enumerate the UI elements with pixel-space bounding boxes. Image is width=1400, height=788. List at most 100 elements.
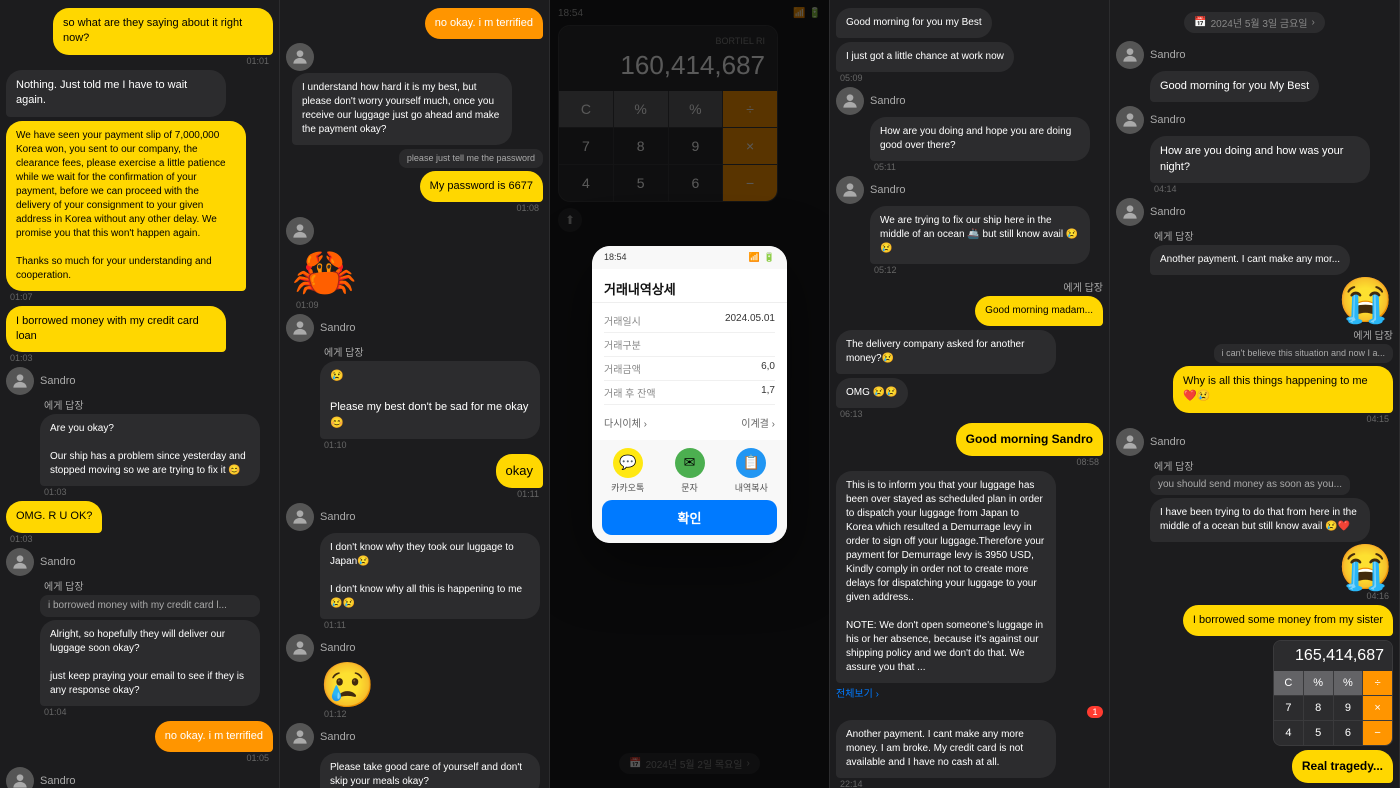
copy-icon: 📋 [736,448,766,478]
kakao-icon: 💬 [613,448,643,478]
msg-row: This is to inform you that your luggage … [836,471,1103,700]
mini-btn-4[interactable]: 4 [1274,721,1303,745]
chat-panel-5: 📅 2024년 5월 3일 금요일 › Sandro Good morning … [1110,0,1400,788]
calculator-mini[interactable]: 165,414,687 C % % ÷ 7 8 9 × 4 5 6 − [1273,640,1393,746]
mini-btn-7[interactable]: 7 [1274,696,1303,720]
sender-name: Sandro [40,556,75,568]
msg-row: Nothing. Just told me I have to wait aga… [6,70,273,117]
timestamp: 22:14 [836,779,867,788]
row-label: 거래일시 [604,313,641,328]
modal-actions: 💬 카카오톡 ✉ 문자 📋 내역복사 확인 [592,440,787,543]
phone-modal-overlay: 18:54 📶 🔋 거래내역상세 거래일시 2024.05.01 거래구분 [550,0,829,788]
msg-row: Sandro 에게 답장 😢Please my best don't be sa… [286,314,543,450]
sender-name: Sandro [320,322,355,334]
message-bubble: you should send money as soon as you... [1150,475,1350,495]
mini-btn-mul[interactable]: × [1363,696,1392,720]
calc-mini-display: 165,414,687 [1274,641,1392,671]
message-bubble: OMG. R U OK? [6,501,102,532]
mini-btn-pct1[interactable]: % [1304,671,1333,695]
mini-btn-6[interactable]: 6 [1334,721,1363,745]
mini-btn-sub[interactable]: − [1363,721,1392,745]
chat-panel-4: Good morning for you my Best I just got … [830,0,1110,788]
avatar [1116,106,1144,134]
msg-row: OMG. R U OK? 01:03 [6,501,273,543]
modal-row: 거래일시 2024.05.01 [604,309,775,333]
message-bubble: Real tragedy... [1292,750,1393,783]
phone-time: 18:54 [604,252,627,262]
sender-name: Sandro [1150,206,1185,218]
sender-name: Sandro [40,775,75,787]
mini-btn-8[interactable]: 8 [1304,696,1333,720]
calc-mini-buttons: C % % ÷ 7 8 9 × 4 5 6 − [1274,671,1392,745]
sms-action[interactable]: ✉ 문자 [675,448,705,494]
timestamp: 06:13 [836,409,867,419]
row-value: 1,7 [761,385,775,400]
msg-row: Sandro 😢 01:12 [286,634,543,719]
prev-label[interactable]: 다시이체 › [604,415,647,430]
avatar [286,217,314,245]
chat-panel-3: 18:54 📶 🔋 BORTIEL RI 160,414,687 C % % ÷… [550,0,830,788]
kakao-action[interactable]: 💬 카카오톡 [611,448,644,494]
message-bubble: Nothing. Just told me I have to wait aga… [6,70,226,117]
message-bubble: My password is 6677 [420,171,543,202]
confirm-button[interactable]: 확인 [602,500,777,535]
message-bubble: This is to inform you that your luggage … [836,471,1056,683]
msg-row: Sandro We are trying to fix our ship her… [836,176,1103,275]
kakao-label: 카카오톡 [611,481,644,494]
timestamp: 05:11 [870,162,1090,172]
message-bubble: I just got a little chance at work now [836,42,1014,72]
msg-row: Sandro Please take good care of yourself… [286,723,543,788]
avatar [286,723,314,751]
calc-mini-number: 165,414,687 [1282,647,1384,665]
message-bubble: I borrowed some money from my sister [1183,605,1393,636]
msg-row: Good morning for you my Best [836,8,1103,38]
msg-row: Sandro 에게 답장 Are you okay?Our ship has a… [6,367,273,497]
mini-btn-9[interactable]: 9 [1334,696,1363,720]
next-label[interactable]: 이계결 › [741,415,775,430]
sender-name: Sandro [1150,114,1185,126]
msg-row: Sandro I don't know why they took our lu… [286,503,543,630]
msg-row: Sandro 에게 답장 Another payment. I cant mak… [1116,198,1393,275]
copy-action[interactable]: 📋 내역복사 [735,448,768,494]
sender-name: Sandro [320,642,355,654]
reply-label: 에게 답장 [320,344,540,359]
read-more-link[interactable]: 전체보기 › [836,685,879,700]
avatar [286,43,314,71]
message-bubble: We are trying to fix our ship here in th… [870,206,1090,264]
copy-label: 내역복사 [735,481,768,494]
msg-row: I understand how hard it is my best, but… [286,43,543,145]
message-bubble: Good morning madam... [975,296,1103,326]
row-label: 거래 후 잔액 [604,385,656,400]
reply-label: 에게 답장 [1150,458,1370,473]
sms-label: 문자 [681,481,698,494]
phone-modal[interactable]: 18:54 📶 🔋 거래내역상세 거래일시 2024.05.01 거래구분 [592,246,787,543]
msg-row: I borrowed money with my credit card loa… [6,306,273,364]
timestamp: 04:15 [1362,414,1393,424]
mini-btn-div[interactable]: ÷ [1363,671,1392,695]
msg-row: so what are they saying about it right n… [6,8,273,66]
timestamp: 01:10 [320,440,540,450]
reply-label: 에게 답장 [40,397,260,412]
mini-btn-5[interactable]: 5 [1304,721,1333,745]
calendar-icon: 📅 [1194,17,1206,28]
message-bubble: How are you doing and how was your night… [1150,136,1370,183]
msg-row: The delivery company asked for another m… [836,330,1103,374]
sender-name: Sandro [870,184,905,196]
msg-row: no okay. i m terrified [286,8,543,39]
avatar [286,503,314,531]
message-bubble: i borrowed money with my credit card l..… [40,595,260,617]
message-bubble: Another payment. I cant make any more mo… [836,720,1056,778]
mini-btn-c[interactable]: C [1274,671,1303,695]
msg-row: okay 01:11 [286,454,543,499]
timestamp: 01:12 [320,709,375,719]
message-bubble: Another payment. I cant make any mor... [1150,245,1350,275]
msg-row: 🦀 01:09 [286,217,543,310]
message-bubble: Alright, so hopefully they will deliver … [40,620,260,706]
timestamp: 01:11 [513,489,543,499]
mini-btn-pct2[interactable]: % [1334,671,1363,695]
message-bubble: I understand how hard it is my best, but… [292,73,512,145]
msg-row: Sandro Good morning for you My Best [1116,41,1393,102]
timestamp: 01:03 [6,534,37,544]
timestamp: 01:01 [242,56,273,66]
row-value: 2024.05.01 [725,313,775,328]
